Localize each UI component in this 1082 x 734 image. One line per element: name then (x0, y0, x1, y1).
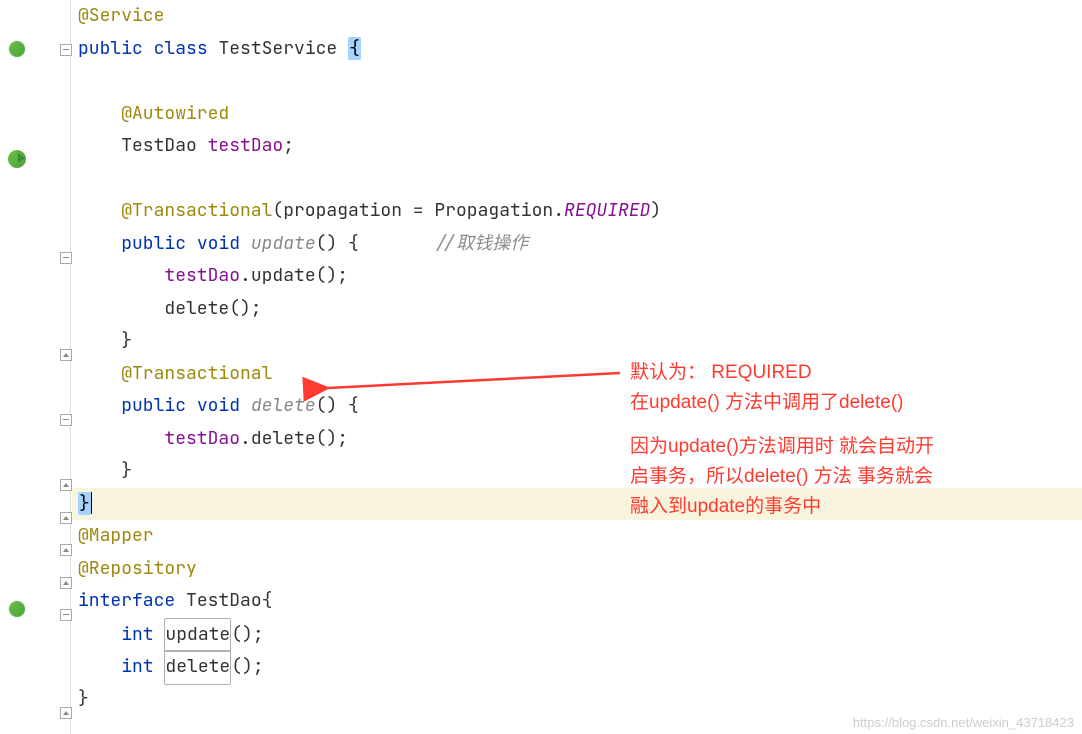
code-line[interactable] (72, 163, 1082, 196)
annotation-token: @Repository (78, 557, 197, 580)
comment-token: //取钱操作 (434, 232, 528, 255)
matched-brace: { (348, 37, 361, 60)
fold-toggle-icon[interactable] (60, 609, 72, 621)
annotation-token: @Transactional (121, 362, 272, 385)
code-line[interactable] (72, 65, 1082, 98)
fold-end-icon[interactable] (60, 577, 72, 589)
code-line[interactable]: public class TestService { (72, 33, 1082, 66)
annotation-token: @Transactional (121, 199, 272, 222)
fold-toggle-icon[interactable] (60, 414, 72, 426)
method-highlight: delete (164, 650, 231, 685)
fold-end-icon[interactable] (60, 512, 72, 524)
gutter (0, 0, 58, 734)
fold-end-icon[interactable] (60, 479, 72, 491)
fold-end-icon[interactable] (60, 349, 72, 361)
code-line[interactable]: delete(); (72, 293, 1082, 326)
code-line[interactable]: @Transactional(propagation = Propagation… (72, 195, 1082, 228)
fold-toggle-icon[interactable] (60, 252, 72, 264)
annotation-token: @Autowired (121, 102, 229, 125)
fold-end-icon[interactable] (60, 544, 72, 556)
method-highlight: update (164, 618, 231, 653)
annotation-token: @Mapper (78, 524, 154, 547)
caret-icon (91, 492, 93, 514)
code-line[interactable]: int delete(); (72, 650, 1082, 683)
code-line[interactable]: TestDao testDao; (72, 130, 1082, 163)
fold-toggle-icon[interactable] (60, 44, 72, 56)
code-line[interactable]: int update(); (72, 618, 1082, 651)
gutter-border (58, 0, 71, 734)
code-line[interactable]: @Repository (72, 553, 1082, 586)
code-line[interactable]: testDao.update(); (72, 260, 1082, 293)
code-line[interactable]: } (72, 683, 1082, 716)
matched-brace: } (78, 492, 91, 515)
code-line[interactable]: @Mapper (72, 520, 1082, 553)
code-line[interactable]: } (72, 325, 1082, 358)
watermark: https://blog.csdn.net/weixin_43718423 (853, 715, 1074, 730)
spring-bean-icon[interactable] (8, 40, 26, 58)
code-line[interactable]: @Service (72, 0, 1082, 33)
code-line[interactable]: public void update() { //取钱操作 (72, 228, 1082, 261)
code-line[interactable]: interface TestDao{ (72, 585, 1082, 618)
code-line[interactable]: @Autowired (72, 98, 1082, 131)
annotation-text: 默认为： REQUIRED 在update() 方法中调用了delete() 因… (630, 358, 934, 522)
annotation-token: @Service (78, 4, 164, 27)
autowired-icon[interactable] (8, 150, 26, 168)
code-editor[interactable]: @Service public class TestService { @Aut… (0, 0, 1082, 734)
fold-end-icon[interactable] (60, 707, 72, 719)
spring-bean-icon[interactable] (8, 600, 26, 618)
